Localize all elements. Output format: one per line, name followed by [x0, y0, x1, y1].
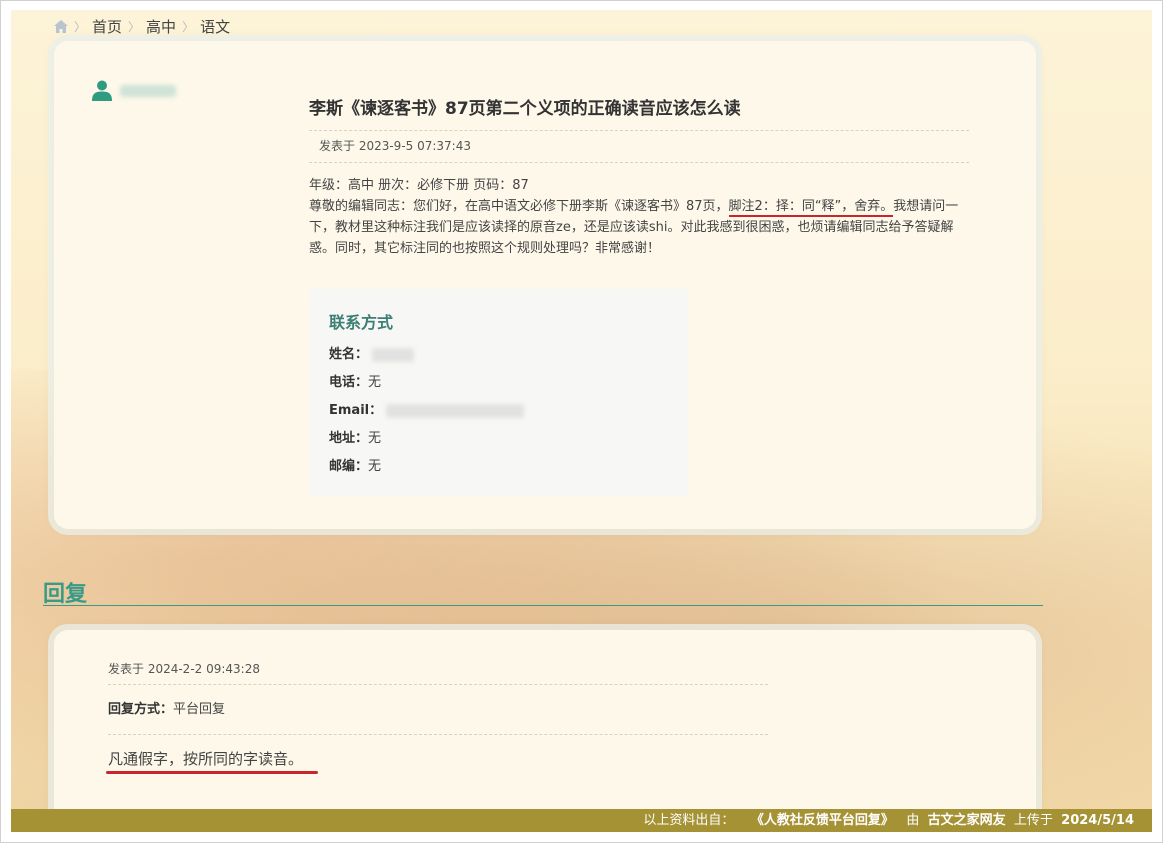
reply-text: 凡通假字，按所同的字读音。	[108, 750, 304, 768]
contact-name-redacted	[372, 347, 415, 362]
post-card: 李斯《谏逐客书》87页第二个义项的正确读音应该怎么读 发表于 2023-9-5 …	[54, 41, 1036, 529]
reply-method: 回复方式：平台回复	[108, 685, 768, 735]
post-timestamp: 发表于 2023-9-5 07:37:43	[309, 130, 969, 163]
breadcrumb-home[interactable]: 首页	[92, 16, 122, 37]
breadcrumb: 〉 首页 〉 高中 〉 语文	[54, 15, 230, 37]
source-footer: 以上资料出自： 《人教社反馈平台回复》 由 古文之家网友 上传于 2024/5/…	[11, 809, 1152, 832]
author-name-redacted	[120, 84, 176, 97]
reply-highlight-underline	[106, 771, 318, 774]
reply-timestamp: 发表于 2024-2-2 09:43:28	[108, 655, 768, 685]
reply-divider	[43, 605, 1043, 606]
breadcrumb-separator: 〉	[182, 19, 195, 34]
post-title: 李斯《谏逐客书》87页第二个义项的正确读音应该怎么读	[309, 99, 741, 119]
reply-heading: 回复	[43, 582, 88, 607]
contact-email-redacted	[386, 403, 525, 418]
post-body: 年级：高中 册次：必修下册 页码：87 尊敬的编辑同志：您们好，在高中语文必修下…	[309, 175, 969, 259]
footnote-highlight: 脚注2：择：同“释”，舍弃。	[728, 199, 894, 217]
contact-phone-row: 电话：无	[329, 375, 382, 390]
user-icon	[92, 80, 112, 101]
reply-card: 发表于 2024-2-2 09:43:28 回复方式：平台回复 凡通假字，按所同…	[54, 630, 1036, 832]
contact-address-row: 地址：无	[329, 431, 382, 446]
breadcrumb-grade[interactable]: 高中	[146, 16, 176, 37]
contact-name-row: 姓名：	[329, 341, 669, 369]
contact-title: 联系方式	[329, 313, 394, 332]
contact-email-row: Email：	[329, 397, 669, 425]
contact-info-box: 联系方式 姓名： 电话：无 Email： 地址：无 邮编：无	[310, 289, 688, 496]
contact-zip-row: 邮编：无	[329, 459, 382, 474]
page-background: 〉 首页 〉 高中 〉 语文 李斯《谏逐客书》87页第二个义项的正确读音应该怎么…	[11, 10, 1152, 832]
breadcrumb-separator: 〉	[74, 19, 87, 34]
home-icon[interactable]	[54, 19, 68, 33]
post-info-line: 年级：高中 册次：必修下册 页码：87	[309, 178, 529, 193]
post-author	[92, 80, 176, 101]
breadcrumb-subject[interactable]: 语文	[200, 16, 230, 37]
post-question: 尊敬的编辑同志：您们好，在高中语文必修下册李斯《谏逐客书》87页，脚注2：择：同…	[309, 199, 959, 256]
breadcrumb-separator: 〉	[128, 19, 141, 34]
